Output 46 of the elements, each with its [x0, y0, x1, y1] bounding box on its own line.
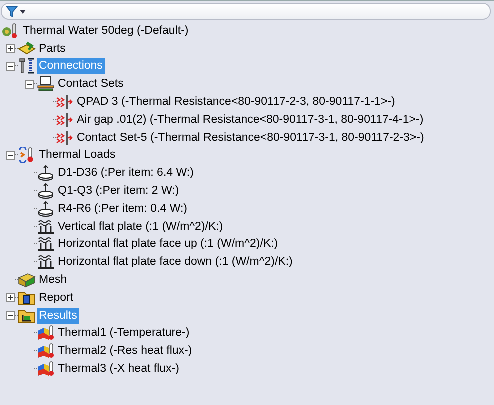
tree-item[interactable]: Parts: [37, 40, 68, 57]
convection-icon: [37, 254, 55, 270]
tree-item[interactable]: Mesh: [37, 272, 70, 288]
heat-icon: [18, 147, 36, 164]
expander-toggle[interactable]: [6, 62, 15, 71]
filter-icon[interactable]: [6, 6, 28, 18]
expander-toggle[interactable]: [6, 44, 15, 54]
expander-toggle[interactable]: [25, 80, 34, 89]
tree-item[interactable]: Thermal1 (-Temperature-): [56, 325, 192, 342]
convection-icon: [37, 218, 55, 235]
heat-source-icon: [37, 200, 55, 217]
plot-icon: [37, 361, 55, 378]
expander-toggle[interactable]: [6, 293, 15, 302]
expander-toggle[interactable]: [6, 311, 15, 320]
tree-item[interactable]: Air gap .01(2) (-Thermal Resistance<80-90117-3-1, 80-90117-4-1>-): [75, 112, 426, 128]
tree-item[interactable]: Report: [37, 290, 76, 306]
tree-item[interactable]: Horizontal flat plate face down (:1 (W/m^2)/K:): [56, 254, 295, 270]
filter-field[interactable]: [1, 3, 491, 20]
tree-item[interactable]: Thermal Loads: [37, 147, 118, 164]
convection-icon: [37, 236, 55, 252]
thermometer-icon: [2, 22, 20, 39]
plot-icon: [37, 343, 55, 360]
tree-item[interactable]: Thermal Water 50deg (-Default-): [21, 22, 191, 39]
bolt-icon: [18, 58, 36, 74]
tree-item[interactable]: R4-R6 (:Per item: 0.4 W:): [56, 200, 190, 217]
heat-source-icon: [37, 183, 55, 200]
tree-item[interactable]: Horizontal flat plate face up (:1 (W/m^2)/K:): [56, 236, 280, 252]
tree-item[interactable]: Vertical flat plate (:1 (W/m^2)/K:): [56, 218, 226, 235]
contact-icon: [56, 112, 74, 128]
plot-icon: [37, 325, 55, 342]
tree-item[interactable]: Contact Set-5 (-Thermal Resistance<80-90117-3-1, 80-90117-2-3>-): [75, 130, 426, 146]
contact-icon: [56, 94, 74, 110]
report-folder-icon: [18, 290, 36, 306]
tree-item[interactable]: QPAD 3 (-Thermal Resistance<80-90117-2-3, 80-90117-1-1>-): [75, 94, 398, 110]
tree-item[interactable]: Contact Sets: [56, 76, 126, 92]
contact-icon: [56, 130, 74, 146]
tree-item[interactable]: D1-D36 (:Per item: 6.4 W:): [56, 165, 196, 182]
tree-item[interactable]: Thermal3 (-X heat flux-): [56, 361, 182, 378]
parts-icon: [18, 40, 36, 57]
tree-item[interactable]: Thermal2 (-Res heat flux-): [56, 343, 194, 360]
computer-icon: [37, 76, 55, 92]
tree-item[interactable]: Q1-Q3 (:Per item: 2 W:): [56, 183, 182, 200]
results-folder-icon: [18, 308, 36, 324]
heat-source-icon: [37, 165, 55, 182]
expander-toggle[interactable]: [6, 150, 15, 160]
mesh-icon: [18, 272, 36, 288]
